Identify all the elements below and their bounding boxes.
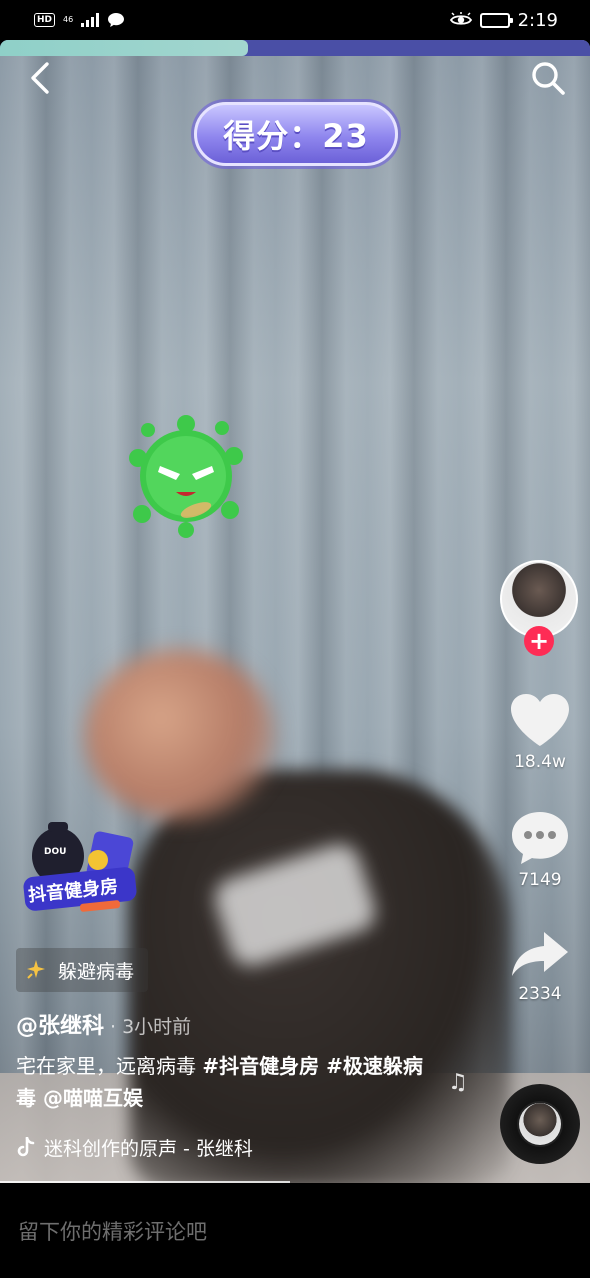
battery-icon (479, 12, 513, 28)
comment-placeholder: 留下你的精彩评论吧 (18, 1219, 207, 1244)
sparkle-effect-icon (27, 960, 45, 979)
music-info[interactable]: 迷科创作的原声 - 张继科 (16, 1134, 253, 1161)
clock: 2:19 (517, 9, 558, 31)
badge-small-text: DOU (44, 847, 66, 857)
share-arrow-icon (512, 932, 568, 976)
share-button[interactable]: 2334 (500, 928, 580, 1004)
search-icon (532, 62, 565, 95)
status-left: HD 46 (34, 12, 125, 28)
chevron-left-icon (31, 62, 49, 94)
search-button[interactable] (528, 58, 568, 98)
mention-link[interactable]: @喵喵互娱 (36, 1086, 143, 1110)
comment-input[interactable]: 留下你的精彩评论吧 (0, 1183, 590, 1278)
music-title: 迷科创作的原声 - 张继科 (44, 1138, 253, 1160)
back-button[interactable] (22, 58, 58, 98)
share-count: 2334 (518, 984, 562, 1004)
hashtag-fitness[interactable]: #抖音健身房 (202, 1054, 319, 1078)
follow-button[interactable]: + (524, 626, 554, 656)
virus-sprite-icon (129, 415, 243, 538)
effect-name: 躲避病毒 (58, 960, 135, 983)
video-person-body (130, 770, 510, 1183)
comment-button[interactable]: 7149 (500, 810, 580, 890)
comment-icon (512, 812, 568, 864)
post-time: · 3小时前 (110, 1016, 192, 1038)
effect-chip[interactable]: 躲避病毒 (16, 948, 149, 992)
hd-badge: HD (34, 13, 56, 27)
video-person-head (85, 650, 275, 820)
score-display: 得分：23 (194, 102, 398, 166)
message-icon (108, 13, 125, 27)
like-button[interactable]: 18.4w (500, 692, 580, 772)
comment-count: 7149 (518, 870, 562, 890)
network-type: 46 (63, 15, 74, 24)
music-disc-button[interactable] (500, 1084, 580, 1164)
tiktok-note-icon (17, 1136, 35, 1156)
like-count: 18.4w (514, 752, 566, 772)
game-progress-bar (0, 40, 590, 56)
author-avatar-group[interactable]: + (500, 560, 578, 656)
game-progress-fill (0, 40, 248, 56)
status-right: 2:19 (449, 9, 558, 31)
author-name[interactable]: @张继科 (16, 1008, 104, 1040)
fitness-gym-badge-icon[interactable]: DOU 抖音健身房 (20, 820, 140, 925)
caption-text: 宅在家里，远离病毒 (16, 1054, 203, 1078)
signal-icon (81, 13, 100, 27)
video-player[interactable]: 得分：23 + 18.4w 7149 2334 ♫ DOU 抖音健身房 躲避病毒… (0, 40, 590, 1183)
author-row: @张继科 · 3小时前 (16, 1008, 191, 1040)
eye-comfort-icon (449, 12, 472, 25)
music-note-icon: ♫ (448, 1070, 468, 1095)
heart-icon (511, 694, 569, 746)
music-disc-cover (519, 1103, 561, 1145)
status-bar: HD 46 2:19 (0, 0, 590, 40)
video-caption: 宅在家里，远离病毒 #抖音健身房 #极速躲病毒 @喵喵互娱 (16, 1050, 426, 1114)
